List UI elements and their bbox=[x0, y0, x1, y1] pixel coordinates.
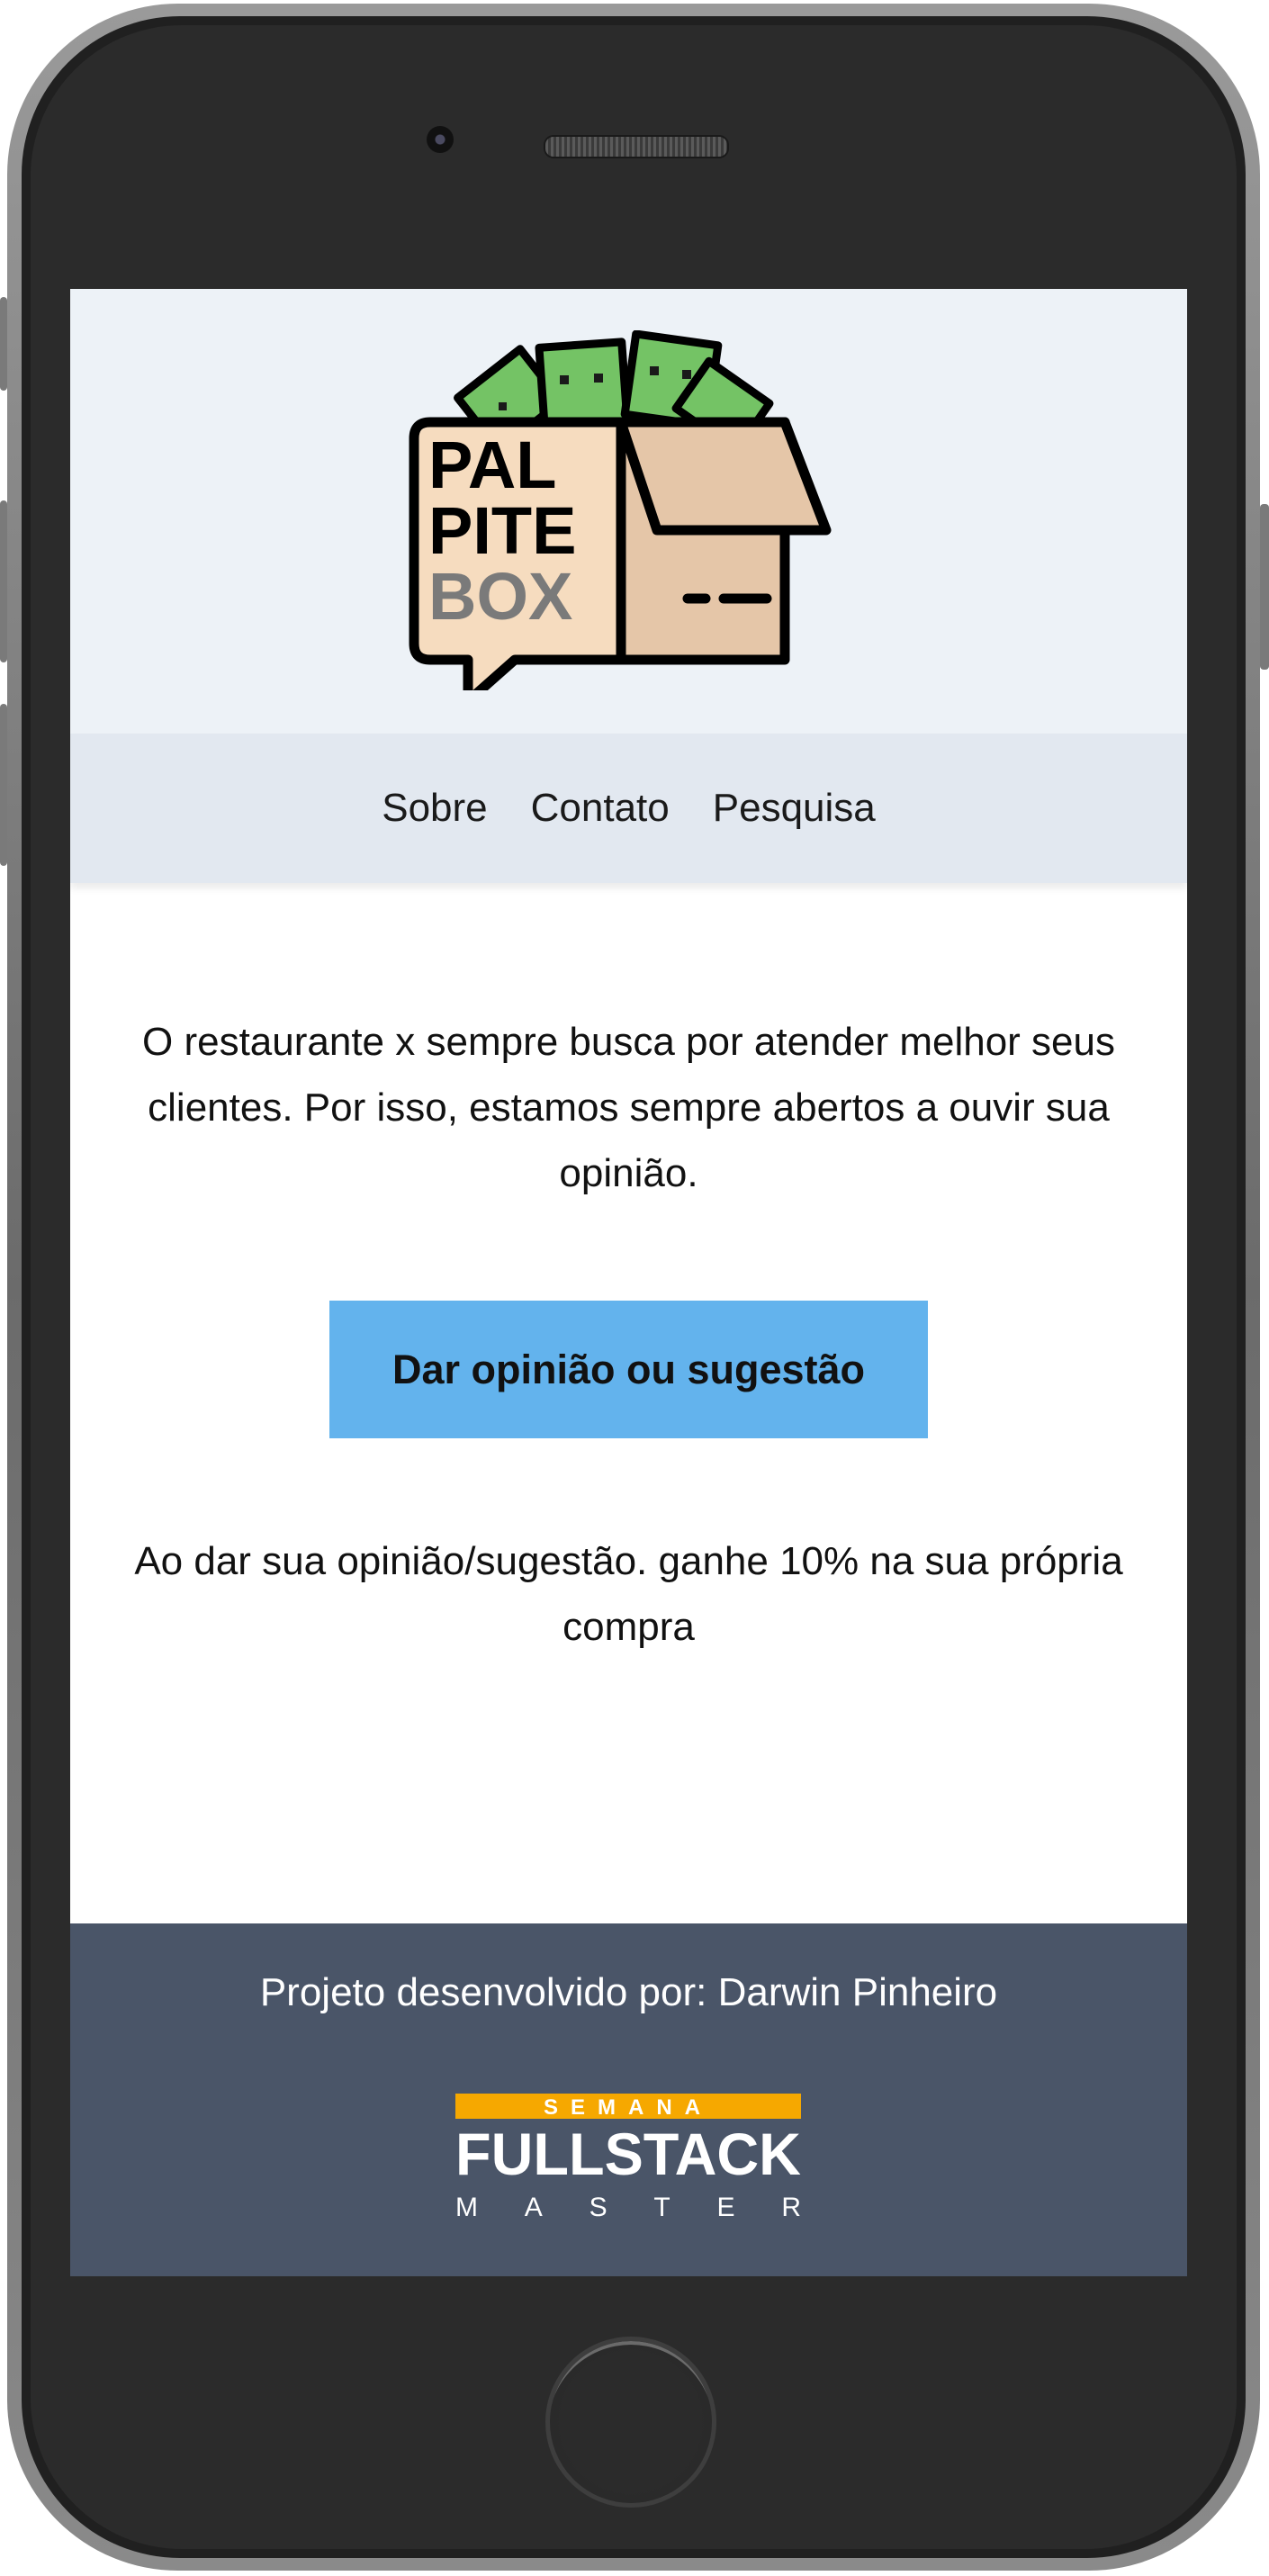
footer: Projeto desenvolvido por: Darwin Pinheir… bbox=[70, 1923, 1187, 2276]
brand-bottom-text: MASTER bbox=[455, 2193, 801, 2220]
phone-volume-down-button bbox=[0, 704, 7, 866]
nav-link-contato[interactable]: Contato bbox=[531, 786, 670, 831]
screen: PAL PITE BOX Sobre Contato Pesquisa O re… bbox=[70, 289, 1187, 2276]
phone-mute-switch bbox=[0, 297, 7, 391]
nav-link-sobre[interactable]: Sobre bbox=[382, 786, 487, 831]
brand-top-text: SEMANA bbox=[544, 2095, 713, 2120]
give-feedback-button[interactable]: Dar opinião ou sugestão bbox=[329, 1301, 928, 1438]
home-button[interactable] bbox=[545, 2337, 716, 2508]
promo-text: Ao dar sua opinião/sugestão. ganhe 10% n… bbox=[134, 1539, 1123, 1649]
main-nav: Sobre Contato Pesquisa bbox=[70, 734, 1187, 883]
palpitebox-logo[interactable]: PAL PITE BOX bbox=[407, 330, 875, 690]
logo-line-3: BOX bbox=[428, 559, 572, 634]
phone-volume-up-button bbox=[0, 500, 7, 662]
semana-fullstack-master-logo: SEMANA FULLSTACK MASTER bbox=[455, 2094, 801, 2220]
logo-line-1: PAL bbox=[428, 428, 557, 502]
intro-text: O restaurante x sempre busca por atender… bbox=[142, 1020, 1115, 1195]
footer-credit: Projeto desenvolvido por: Darwin Pinheir… bbox=[259, 1970, 998, 2014]
header: PAL PITE BOX bbox=[70, 289, 1187, 734]
brand-main-text: FULLSTACK bbox=[455, 2121, 801, 2187]
nav-link-pesquisa[interactable]: Pesquisa bbox=[713, 786, 876, 831]
earpiece-speaker bbox=[544, 135, 729, 158]
logo-line-2: PITE bbox=[428, 493, 576, 568]
phone-power-button bbox=[1260, 504, 1269, 670]
front-camera bbox=[427, 126, 454, 153]
